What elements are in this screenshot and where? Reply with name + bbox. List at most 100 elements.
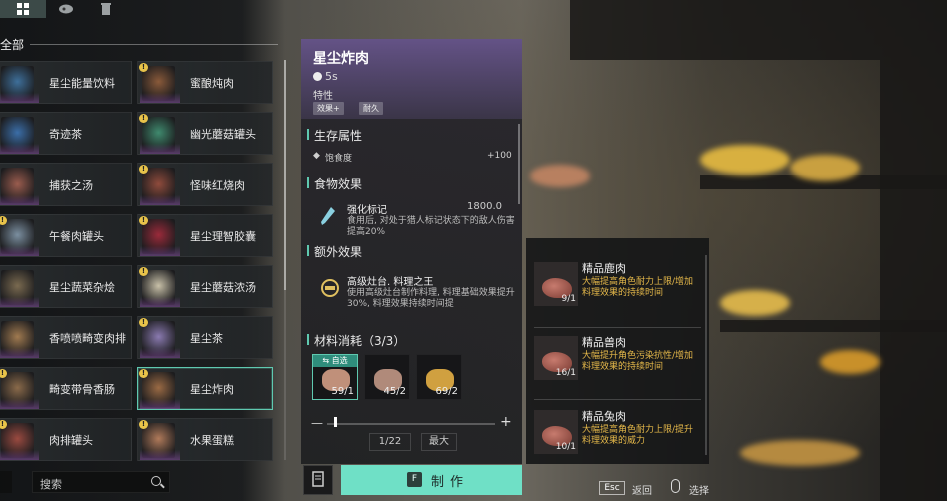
ingredient-name: 精品鹿肉 [582, 262, 626, 275]
item-cell[interactable]: 星尘蔬菜杂烩 [0, 265, 132, 308]
decrease-button[interactable]: — [311, 416, 323, 430]
section-marker [307, 129, 309, 140]
rarity-glow [0, 297, 39, 307]
rarity-glow [140, 93, 180, 103]
food-effect-title: 食物效果 [314, 177, 363, 191]
item-cell[interactable]: ! 水果蛋糕 [137, 418, 273, 461]
ingredient-image: 10/1 [534, 410, 578, 454]
food-blur [700, 145, 790, 175]
item-cell[interactable]: 星尘能量饮料 [0, 61, 132, 104]
recipe-book-button[interactable] [303, 465, 333, 495]
item-cell[interactable]: ! 星尘理智胶囊 [137, 214, 273, 257]
divider [534, 399, 701, 400]
food-effect-value: 1800.0 [467, 201, 502, 212]
material-slot-3[interactable]: 69/2 [416, 354, 462, 400]
extra-effect-name: 高级灶台. 料理之王 [347, 277, 434, 288]
ingredient-desc: 大幅提高角色耐力上限/增加料理效果的持续时间 [582, 277, 694, 298]
cook-time: 5s [325, 70, 338, 83]
item-name: 午餐肉罐头 [49, 230, 104, 243]
item-name: 星尘蘑菇浓汤 [190, 281, 256, 294]
material-slot-1[interactable]: ⇆ 自选 59/1 [312, 354, 358, 400]
item-cell[interactable]: ! 畸变带骨香肠 [0, 367, 132, 410]
grid-icon [17, 3, 29, 15]
search-icon[interactable] [151, 476, 161, 486]
filter-button[interactable] [0, 471, 12, 493]
detail-scrollbar[interactable] [518, 124, 520, 204]
section-marker [307, 177, 309, 188]
tab-meat[interactable] [46, 0, 86, 18]
item-cell[interactable]: ! 午餐肉罐头 [0, 214, 132, 257]
item-name: 星尘炸肉 [190, 383, 234, 396]
ingredient-count: 9/1 [561, 294, 576, 304]
clock-icon [313, 72, 322, 81]
upgrade-badge-icon: ! [139, 318, 148, 327]
rarity-glow [0, 93, 39, 103]
item-name: 幽光蘑菇罐头 [190, 128, 256, 141]
item-cell[interactable]: ! 星尘蘑菇浓汤 [137, 265, 273, 308]
material-count: 45/2 [383, 386, 406, 397]
ingredient-count: 10/1 [555, 442, 576, 452]
tab-all[interactable] [0, 0, 46, 18]
stove-icon [321, 279, 339, 297]
item-name: 捕获之汤 [49, 179, 93, 192]
food-blur [740, 440, 860, 466]
item-cell[interactable]: ! 怪味红烧肉 [137, 163, 273, 206]
esc-key-hint[interactable]: Esc [599, 481, 625, 495]
slider-handle[interactable] [334, 417, 337, 427]
ingredient-rabbit-meat[interactable]: 10/1 精品兔肉 大幅提高角色耐力上限/提升料理效果的威力 [534, 404, 701, 462]
material-count: 69/2 [435, 386, 458, 397]
divider [30, 44, 278, 45]
ingredient-deer-meat[interactable]: 9/1 精品鹿肉 大幅提高角色耐力上限/增加料理效果的持续时间 [534, 256, 701, 314]
ingredient-beast-meat[interactable]: 16/1 精品兽肉 大幅提升角色污染抗性/增加料理效果的持续时间 [534, 330, 701, 388]
tab-trash[interactable] [86, 0, 126, 18]
food-effect-name: 强化标记 [347, 205, 387, 216]
mouse-icon [671, 479, 680, 493]
item-cell[interactable]: 香喷喷畸变肉排 [0, 316, 132, 359]
satiety-icon: ◆ [313, 151, 320, 161]
item-cell[interactable]: ! 肉排罐头 [0, 418, 132, 461]
back-label: 返回 [632, 486, 652, 497]
dagger-icon [321, 207, 335, 225]
rarity-glow [140, 246, 180, 256]
select-label: 选择 [689, 486, 709, 497]
ingredient-scrollbar[interactable] [705, 255, 707, 455]
item-cell[interactable]: ! 幽光蘑菇罐头 [137, 112, 273, 155]
item-cell[interactable]: ! 星尘茶 [137, 316, 273, 359]
item-name: 星尘理智胶囊 [190, 230, 256, 243]
upgrade-badge-icon: ! [139, 420, 148, 429]
item-name: 星尘蔬菜杂烩 [49, 281, 115, 294]
food-blur [720, 290, 790, 316]
ingredient-desc: 大幅提升角色污染抗性/增加料理效果的持续时间 [582, 351, 694, 372]
upgrade-badge-icon: ! [139, 267, 148, 276]
quantity-slider[interactable] [327, 423, 495, 425]
item-name: 怪味红烧肉 [190, 179, 245, 192]
max-button[interactable]: 最大 [421, 433, 457, 451]
meat-icon [59, 4, 73, 14]
auto-select-label: ⇆ 自选 [313, 355, 357, 367]
rarity-glow [0, 348, 39, 358]
search-input[interactable]: 搜索 [32, 471, 170, 493]
food-blur [530, 165, 590, 187]
notepad-icon [312, 471, 324, 487]
item-grid-scrollbar[interactable] [284, 60, 286, 460]
item-cell[interactable]: ! 星尘炸肉 [137, 367, 273, 410]
item-name: 蜜酿炖肉 [190, 77, 234, 90]
item-cell[interactable]: 奇迹茶 [0, 112, 132, 155]
item-name: 星尘能量饮料 [49, 77, 115, 90]
key-hint-f: F [407, 472, 422, 487]
craft-button[interactable]: F 制作 [341, 465, 522, 495]
satiety-label: 饱食度 [325, 154, 353, 164]
recipe-detail-panel: 星尘炸肉 5s 特性 效果+ 耐久 生存属性 ◆ 饱食度 +100 食物效果 强… [301, 39, 522, 464]
rarity-glow [0, 144, 39, 154]
ingredient-count: 16/1 [555, 368, 576, 378]
search-placeholder: 搜索 [40, 478, 62, 491]
item-cell[interactable]: ! 蜜酿炖肉 [137, 61, 273, 104]
item-cell[interactable]: 捕获之汤 [0, 163, 132, 206]
material-slot-2[interactable]: 45/2 [364, 354, 410, 400]
increase-button[interactable]: + [500, 414, 512, 430]
section-marker [307, 245, 309, 256]
rarity-glow [0, 195, 39, 205]
trash-icon [101, 3, 111, 15]
extra-effect-desc: 使用高级灶台制作料理, 料理基础效果提升30%, 料理效果持续时间提 [347, 288, 515, 309]
item-name: 畸变带骨香肠 [49, 383, 115, 396]
